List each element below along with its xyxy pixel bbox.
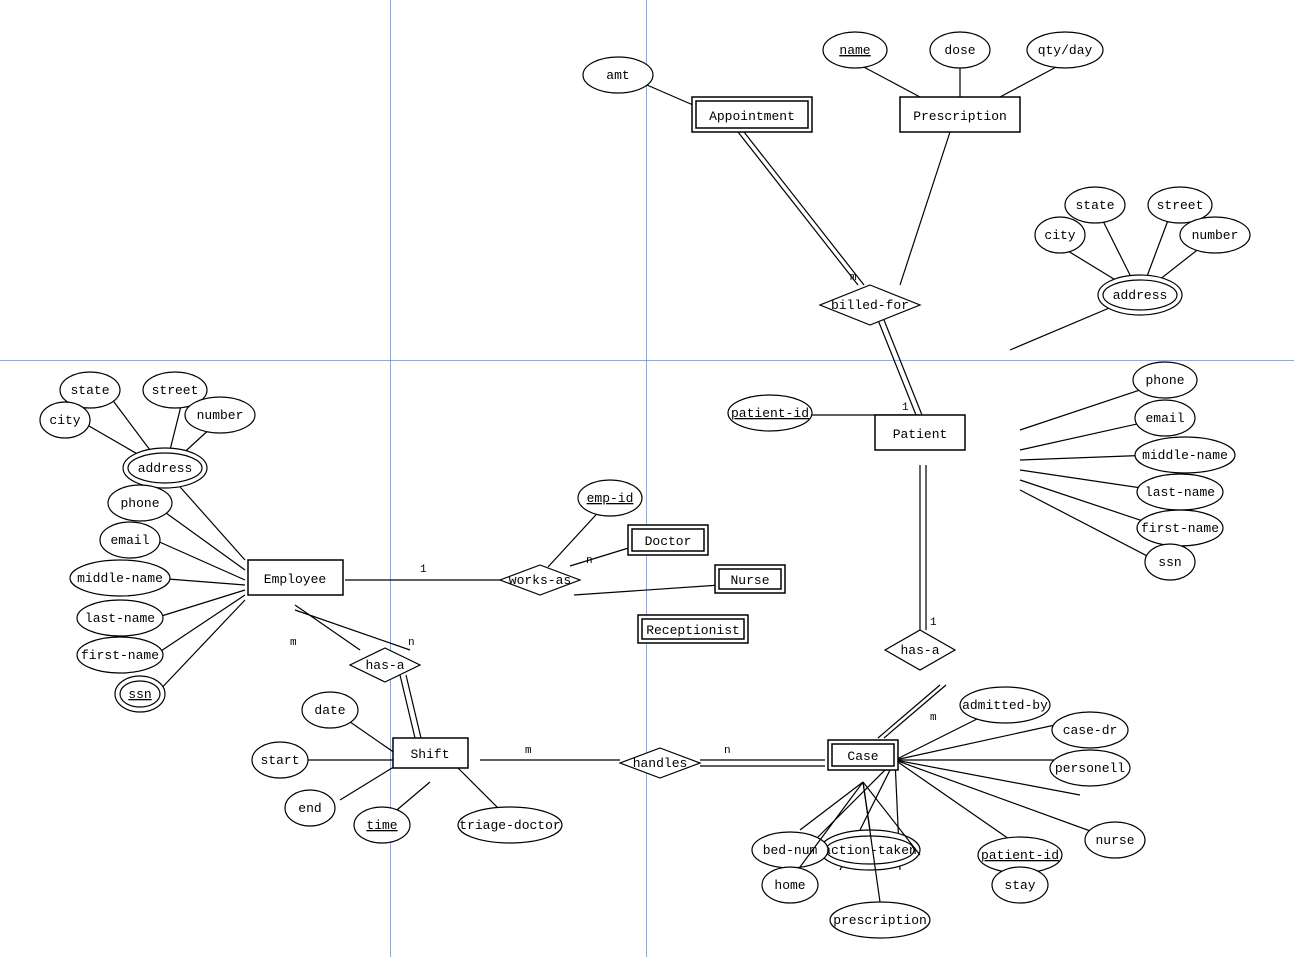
attr-patient-middlename: middle-name — [1142, 448, 1228, 463]
label-n-works: n — [586, 555, 593, 567]
attr-shift-end: end — [298, 801, 321, 816]
attr-patient-phone: phone — [1145, 373, 1184, 388]
attr-case-home: home — [774, 878, 805, 893]
attr-patient-lastname: last-name — [1145, 485, 1215, 500]
entity-shift-label: Shift — [410, 747, 449, 762]
entity-appointment-label: Appointment — [709, 109, 795, 124]
attr-case-patientid: patient-id — [981, 848, 1059, 863]
entity-receptionist-label: Receptionist — [646, 623, 740, 638]
label-n-hasa-emp: n — [408, 637, 415, 649]
attr-emp-street: street — [152, 383, 199, 398]
attr-emp-lastname: last-name — [85, 611, 155, 626]
attr-emp-phone: phone — [120, 496, 159, 511]
label-m-hasa-emp: m — [290, 637, 297, 649]
attr-emp-state: state — [70, 383, 109, 398]
label-1-billed: 1 — [902, 402, 909, 414]
attr-presc-qtyday: qty/day — [1038, 43, 1093, 58]
attr-patient-number: number — [1192, 228, 1239, 243]
attr-emp-city: city — [49, 413, 80, 428]
label-m-billed: m — [850, 272, 857, 284]
entity-doctor-label: Doctor — [645, 534, 692, 549]
attr-emp-id: emp-id — [587, 491, 634, 506]
attr-emp-email: email — [110, 533, 149, 548]
attr-emp-number: number — [197, 408, 244, 423]
diagram-canvas: m 1 — [0, 0, 1294, 957]
entity-patient-label: Patient — [893, 427, 948, 442]
attr-case-nurse: nurse — [1095, 833, 1134, 848]
entity-nurse-label: Nurse — [730, 573, 769, 588]
attr-patient-ssn: ssn — [1158, 555, 1181, 570]
rel-billed-for-label: billed-for — [831, 298, 909, 313]
label-m-handles: m — [525, 745, 532, 757]
label-m-hasa-pat: m — [930, 712, 937, 724]
attr-patient-firstname: first-name — [1141, 521, 1219, 536]
attr-patient-state: state — [1075, 198, 1114, 213]
rel-works-as-label: works-as — [509, 573, 571, 588]
entity-case-label: Case — [847, 749, 878, 764]
er-diagram: m 1 — [0, 0, 1294, 957]
attr-patient-city: city — [1044, 228, 1075, 243]
entity-employee-label: Employee — [264, 572, 326, 587]
attr-shift-triagedoctor: triage-doctor — [459, 818, 560, 833]
attr-case-prescription: prescription — [833, 913, 927, 928]
entity-prescription-label: Prescription — [913, 109, 1007, 124]
attr-case-bednum: bed-num — [763, 843, 818, 858]
attr-case-personell: personell — [1055, 761, 1125, 776]
attr-patient-id: patient-id — [731, 406, 809, 421]
attr-case-casedr: case-dr — [1063, 723, 1118, 738]
attr-emp-ssn: ssn — [128, 687, 151, 702]
rel-has-a-emp-label: has-a — [365, 658, 404, 673]
attr-patient-address: address — [1113, 288, 1168, 303]
label-1-works: 1 — [420, 564, 427, 576]
attr-shift-start: start — [260, 753, 299, 768]
attr-emp-middlename: middle-name — [77, 571, 163, 586]
attr-emp-address: address — [138, 461, 193, 476]
label-1-hasa-pat: 1 — [930, 617, 937, 629]
attr-presc-name: name — [839, 43, 870, 58]
attr-amt: amt — [606, 68, 629, 83]
attr-case-actiontaken: action-taken — [823, 843, 917, 858]
attr-patient-email: email — [1145, 411, 1184, 426]
attr-patient-street: street — [1157, 198, 1204, 213]
attr-shift-time: time — [366, 818, 397, 833]
rel-has-a-patient-label: has-a — [900, 643, 939, 658]
label-n-handles: n — [724, 745, 731, 757]
attr-case-stay: stay — [1004, 878, 1035, 893]
attr-case-admittedby: admitted-by — [962, 698, 1048, 713]
rel-handles-label: handles — [633, 756, 688, 771]
attr-presc-dose: dose — [944, 43, 975, 58]
attr-shift-date: date — [314, 703, 345, 718]
attr-emp-firstname: first-name — [81, 648, 159, 663]
